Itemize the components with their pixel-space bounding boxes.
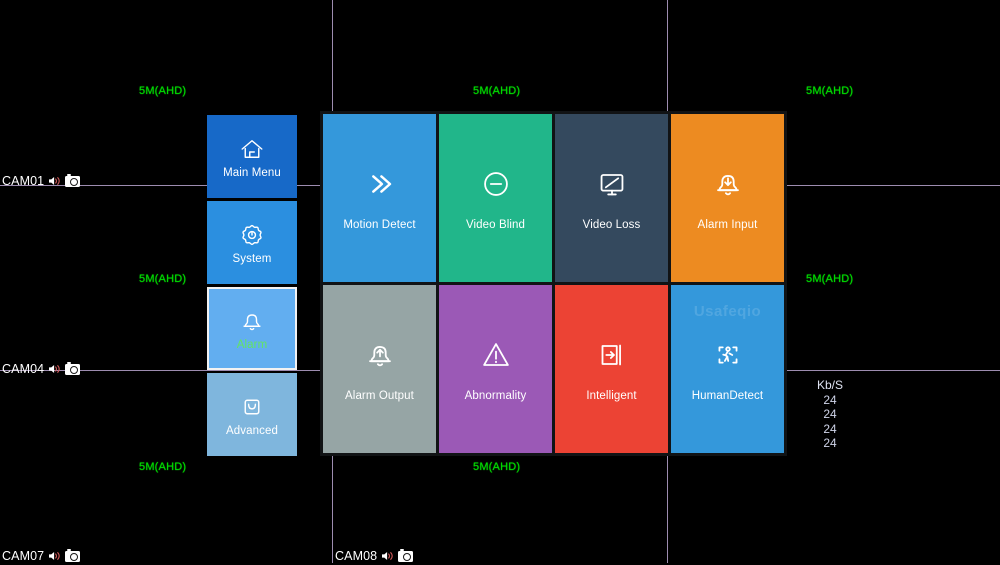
tile-intelligent[interactable]: Intelligent [555,285,668,453]
tile-video-blind[interactable]: Video Blind [439,114,552,282]
toolbox-icon [236,392,268,422]
tile-alarm-output[interactable]: Alarm Output [323,285,436,453]
tile-humandetect[interactable]: HumanDetect Usafeqio [671,285,784,453]
camera-name: CAM01 [2,174,45,188]
bitrate-value: 24 [823,436,837,450]
camera-name: CAM08 [335,549,378,563]
camera-label: CAM07 [2,549,81,563]
resolution-label: 5M(AHD) [139,273,187,285]
resolution-label: 5M(AHD) [139,85,187,97]
tile-label: Alarm Input [697,219,758,231]
tile-label: Video Loss [582,219,641,231]
double-chevron-icon [361,165,399,219]
circle-minus-icon [477,165,515,219]
tile-abnormality[interactable]: Abnormality [439,285,552,453]
sidebar-item-advanced[interactable]: Advanced [207,373,297,456]
bell-down-icon [709,165,747,219]
resolution-label: 5M(AHD) [806,273,854,285]
tile-label: HumanDetect [691,390,764,402]
bitrate-value: 24 [823,392,837,407]
sidebar-item-system[interactable]: System [207,201,297,284]
tile-alarm-input[interactable]: Alarm Input [671,114,784,282]
sidebar-item-label: System [232,253,272,265]
bitrate-value: 24 [823,421,837,436]
camera-name: CAM07 [2,549,45,563]
tile-label: Alarm Output [345,390,414,402]
tile-label: Motion Detect [343,219,416,231]
alarm-function-tile-grid: Motion Detect Video Blind Video Loss Alarm … [320,111,787,456]
monitor-slash-icon [593,165,631,219]
speaker-mute-icon [381,550,394,562]
snapshot-camera-icon [65,362,81,375]
sidebar-item-alarm[interactable]: Alarm [207,287,297,370]
sidebar-menu: Main Menu System Alarm Advanced [207,115,297,459]
camera-name: CAM04 [2,362,45,376]
resolution-label: 5M(AHD) [473,461,521,473]
bitrate-header: Kb/S [816,378,843,392]
sidebar-item-label: Alarm [236,339,268,351]
camera-label: CAM04 [2,362,81,376]
tile-label: Abnormality [464,390,527,402]
bitrate-value: 24 [823,407,837,421]
snapshot-camera-icon [398,549,414,562]
bell-up-icon [361,336,399,390]
sidebar-item-main-menu[interactable]: Main Menu [207,115,297,198]
resolution-label: 5M(AHD) [139,461,187,473]
door-arrow-icon [593,336,631,390]
brand-watermark: Usafeqio [693,303,762,320]
camera-label: CAM01 [2,174,81,188]
human-frame-icon [709,336,747,390]
speaker-mute-icon [48,175,61,187]
camera-label: CAM08 [335,549,414,563]
sidebar-item-label: Main Menu [223,167,281,179]
gear-icon [236,220,268,250]
speaker-mute-icon [48,363,61,375]
sidebar-item-label: Advanced [226,425,278,437]
tile-label: Video Blind [465,219,526,231]
snapshot-camera-icon [65,174,81,187]
resolution-label: 5M(AHD) [806,85,854,97]
home-icon [236,134,268,164]
speaker-mute-icon [48,550,61,562]
bell-icon [236,306,268,336]
resolution-label: 5M(AHD) [473,85,521,97]
bitrate-stats-panel: Kb/S 24 24 24 24 [795,378,865,451]
warning-triangle-icon [477,336,515,390]
tile-motion-detect[interactable]: Motion Detect [323,114,436,282]
tile-label: Intelligent [586,390,637,402]
tile-video-loss[interactable]: Video Loss [555,114,668,282]
bitrate-value-list: 24 24 24 24 [795,393,865,451]
snapshot-camera-icon [65,549,81,562]
